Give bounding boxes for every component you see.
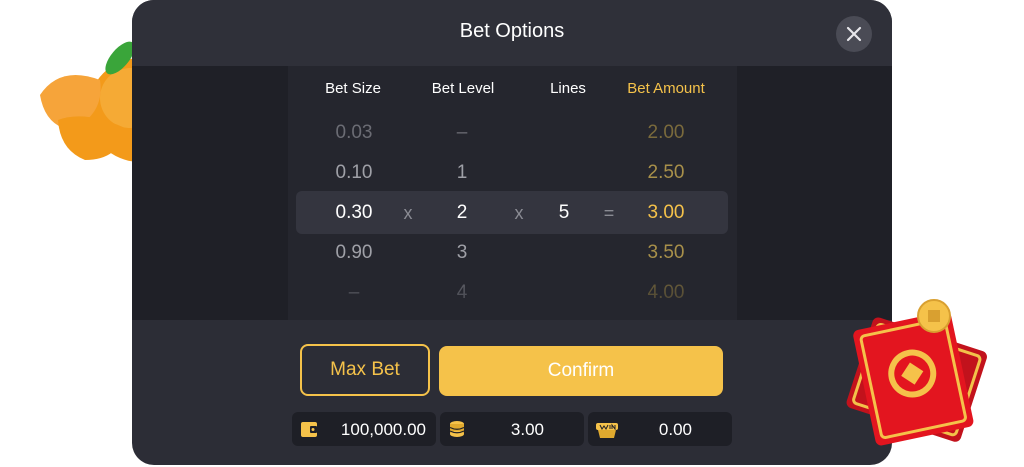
bet-amount-option[interactable]: 2.00 xyxy=(606,122,726,144)
red-envelope-icon xyxy=(826,292,996,462)
bet-options-dialog: Bet Options Bet Size Bet Level Lines Bet… xyxy=(132,0,892,465)
win-value: 0.00 xyxy=(658,420,692,439)
dialog-title: Bet Options xyxy=(459,20,565,42)
column-header-bet-level: Bet Level xyxy=(431,80,495,97)
bet-level-option[interactable]: 4 xyxy=(402,282,522,304)
wallet-icon xyxy=(298,418,320,445)
bet-amount-option[interactable]: 4.00 xyxy=(606,282,726,304)
bet-size-option[interactable]: 0.10 xyxy=(294,162,414,184)
bet-size-option[interactable]: 0.03 xyxy=(294,122,414,144)
win-icon xyxy=(594,418,620,445)
coin-stack-icon xyxy=(446,418,468,445)
bet-display: 3.00 xyxy=(440,412,584,446)
bet-size-option[interactable]: 0.90 xyxy=(294,242,414,264)
bet-level-option[interactable]: – xyxy=(402,122,522,144)
balance-display: 100,000.00 xyxy=(292,412,436,446)
bet-size-option[interactable]: – xyxy=(294,282,414,304)
bet-table-band: Bet Size Bet Level Lines Bet Amount 0.03… xyxy=(132,66,892,320)
bet-level-option[interactable]: 1 xyxy=(402,162,522,184)
bet-table[interactable]: Bet Size Bet Level Lines Bet Amount 0.03… xyxy=(288,66,737,320)
close-button[interactable] xyxy=(836,16,872,52)
win-display: 0.00 xyxy=(588,412,732,446)
max-bet-button[interactable]: Max Bet xyxy=(300,344,430,396)
bet-amount-option[interactable]: 3.50 xyxy=(606,242,726,264)
close-icon xyxy=(846,26,862,42)
column-header-bet-size: Bet Size xyxy=(325,80,381,97)
confirm-button[interactable]: Confirm xyxy=(439,346,723,396)
column-header-bet-amount: Bet Amount xyxy=(627,80,705,97)
balance-value: 100,000.00 xyxy=(340,420,426,439)
bet-level-option[interactable]: 3 xyxy=(402,242,522,264)
bet-size-selected[interactable]: 0.30 xyxy=(294,202,414,224)
dialog-header: Bet Options xyxy=(132,0,892,66)
bet-amount-option[interactable]: 2.50 xyxy=(606,162,726,184)
bet-amount-selected[interactable]: 3.00 xyxy=(606,202,726,224)
bet-value: 3.00 xyxy=(510,420,544,439)
